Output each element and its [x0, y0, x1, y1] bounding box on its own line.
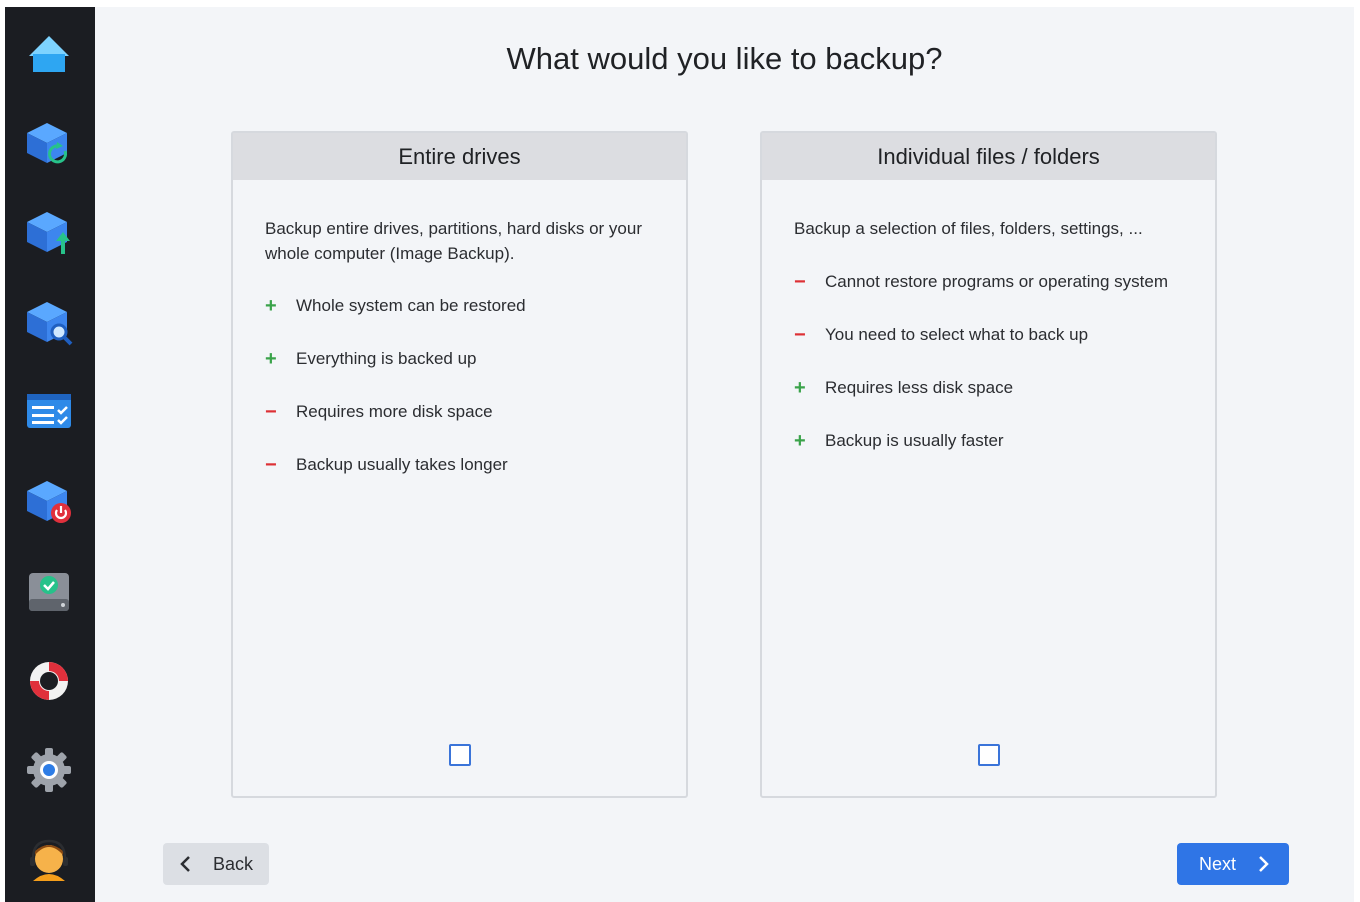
feature-text: Everything is backed up	[296, 349, 477, 368]
app-window: What would you like to backup? Entire dr…	[5, 7, 1354, 902]
feature-text: Cannot restore programs or operating sys…	[825, 272, 1168, 291]
feature-text: You need to select what to back up	[825, 325, 1089, 344]
back-button[interactable]: Back	[163, 843, 269, 885]
feature-item: + Whole system can be restored	[265, 293, 666, 319]
gear-icon	[27, 748, 71, 792]
sidebar-item-backup[interactable]	[17, 200, 81, 264]
sidebar-item-drive-check[interactable]	[17, 559, 81, 623]
card-title: Individual files / folders	[762, 133, 1215, 180]
sidebar-item-help[interactable]	[17, 649, 81, 713]
card-description: Backup a selection of files, folders, se…	[794, 219, 1143, 238]
feature-item: + Everything is backed up	[265, 346, 666, 372]
entire-drives-checkbox[interactable]	[448, 744, 471, 766]
plus-icon: +	[794, 429, 806, 452]
explore-icon	[27, 302, 73, 346]
plus-icon: +	[794, 376, 806, 399]
next-button-label: Next	[1199, 853, 1237, 874]
back-button-label: Back	[213, 853, 254, 874]
option-card-entire-drives[interactable]: Entire drives Backup entire drives, part…	[231, 131, 688, 798]
plus-icon: +	[265, 347, 277, 370]
card-description: Backup entire drives, partitions, hard d…	[265, 219, 643, 263]
chevron-right-icon	[1259, 856, 1269, 872]
sidebar	[5, 7, 95, 902]
sidebar-item-support[interactable]	[17, 827, 81, 891]
minus-icon: −	[265, 453, 277, 476]
page-title: What would you like to backup?	[506, 41, 943, 76]
restore-icon	[27, 123, 68, 164]
feature-item: − Backup usually takes longer	[265, 452, 666, 478]
sidebar-item-settings[interactable]	[17, 738, 81, 802]
lifebuoy-icon	[30, 662, 68, 700]
sidebar-item-shutdown[interactable]	[17, 469, 81, 533]
sidebar-item-explore[interactable]	[17, 290, 81, 354]
feature-item: + Backup is usually faster	[794, 428, 1195, 454]
minus-icon: −	[265, 400, 277, 423]
chevron-left-icon	[180, 856, 190, 872]
feature-text: Requires less disk space	[825, 378, 1014, 397]
sidebar-item-tasks[interactable]	[17, 379, 81, 443]
individual-files-checkbox[interactable]	[977, 744, 1000, 766]
card-title: Entire drives	[233, 133, 686, 180]
sidebar-item-restore[interactable]	[17, 111, 81, 175]
feature-item: − Requires more disk space	[265, 399, 666, 425]
backup-icon	[27, 212, 70, 254]
feature-text: Backup is usually faster	[825, 431, 1004, 450]
shutdown-icon	[27, 481, 71, 523]
support-avatar-icon	[30, 839, 68, 881]
feature-text: Backup usually takes longer	[296, 455, 508, 474]
drive-check-icon	[29, 573, 69, 611]
feature-item: − Cannot restore programs or operating s…	[794, 269, 1195, 295]
option-card-individual-files[interactable]: Individual files / folders Backup a sele…	[760, 131, 1217, 798]
minus-icon: −	[794, 270, 806, 293]
main-content: What would you like to backup? Entire dr…	[95, 7, 1354, 902]
feature-text: Whole system can be restored	[296, 296, 526, 315]
feature-item: + Requires less disk space	[794, 375, 1195, 401]
minus-icon: −	[794, 323, 806, 346]
task-list-icon	[27, 394, 71, 428]
feature-item: − You need to select what to back up	[794, 322, 1195, 348]
plus-icon: +	[265, 294, 277, 317]
sidebar-item-home[interactable]	[17, 22, 81, 86]
feature-text: Requires more disk space	[296, 402, 493, 421]
next-button[interactable]: Next	[1177, 843, 1289, 885]
home-icon	[29, 36, 69, 72]
